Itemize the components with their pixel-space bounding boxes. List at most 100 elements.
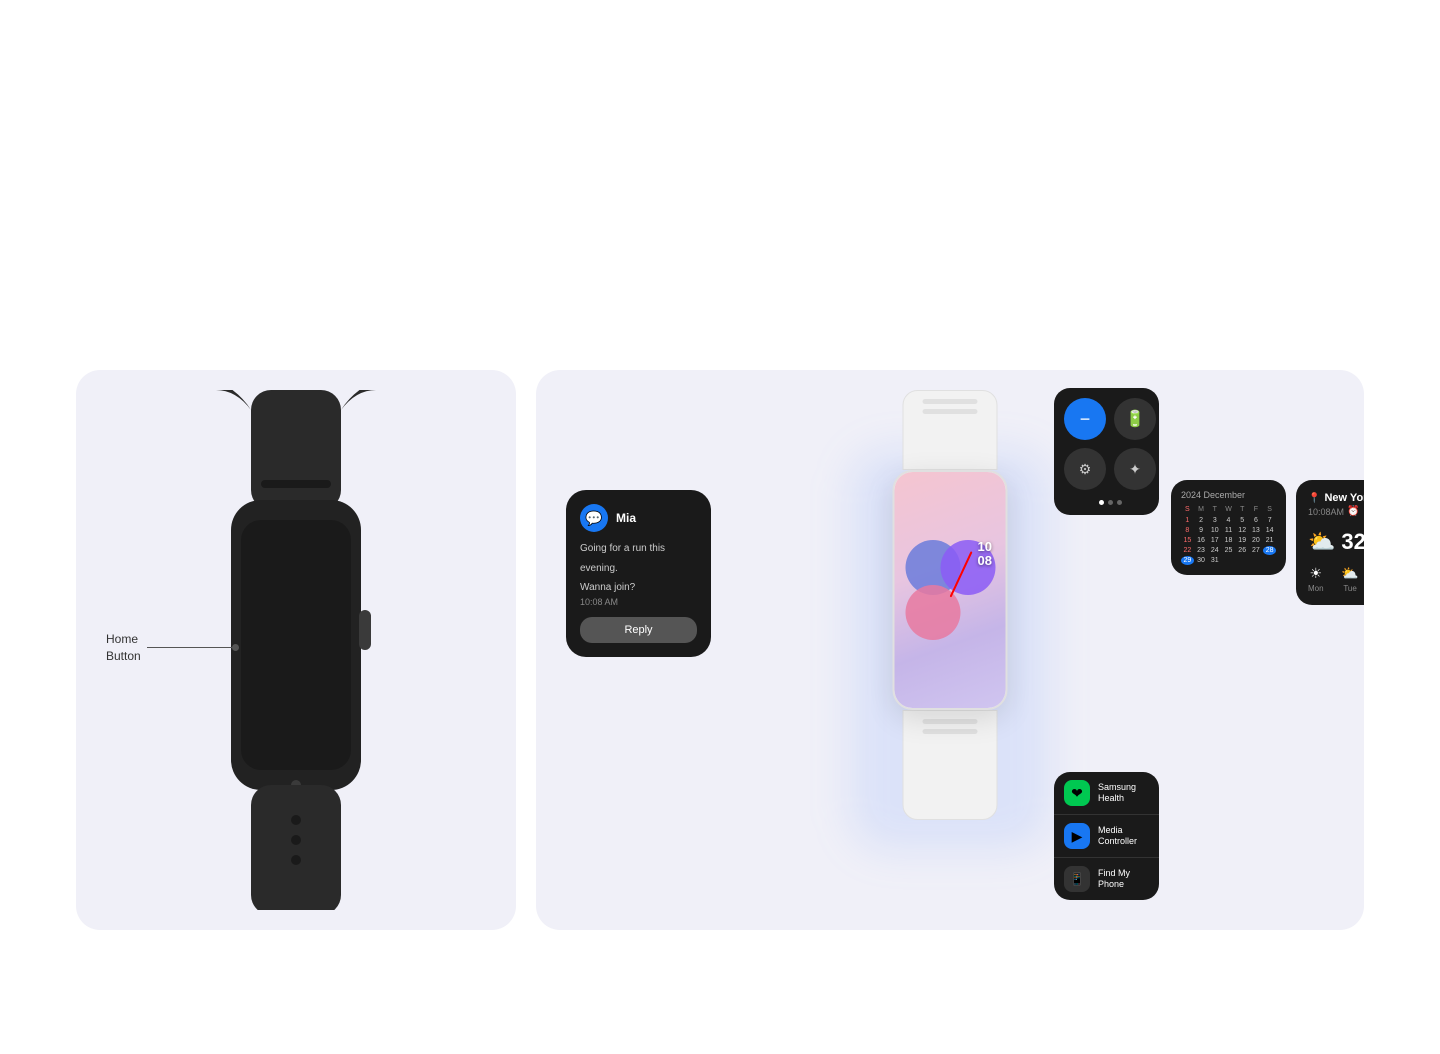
current-weather-icon: ⛅ xyxy=(1308,529,1335,555)
app-item-find-my-phone[interactable]: 📱 Find MyPhone xyxy=(1054,858,1159,900)
cal-cell-31: 31 xyxy=(1208,556,1221,565)
new-york-card: 📍 New York 10:08AM ⏰ ⛅ 32° ☀ Mon xyxy=(1296,480,1364,605)
cal-cell-e3 xyxy=(1250,556,1263,565)
cal-cell-22: 22 xyxy=(1181,546,1194,555)
connector xyxy=(141,644,239,651)
temperature: 32° xyxy=(1341,529,1364,555)
cal-cell-14: 14 xyxy=(1263,526,1276,535)
location-icon: 📍 xyxy=(1308,493,1320,504)
weather-forecast: ☀ Mon ⛅ Tue ⛅ Wed xyxy=(1308,565,1364,593)
cal-cell-12: 12 xyxy=(1236,526,1249,535)
cal-cell-10: 10 xyxy=(1208,526,1221,535)
pagination-dots xyxy=(1064,500,1156,505)
message-body-line2: evening. xyxy=(580,562,697,576)
day-label-sat: S xyxy=(1263,506,1276,513)
time-overlay: 1008 xyxy=(978,540,992,569)
cal-cell-18: 18 xyxy=(1222,536,1235,545)
weather-day-tue: ⛅ Tue xyxy=(1341,565,1358,593)
cal-cell-6: 6 xyxy=(1250,516,1263,525)
city-header: 📍 New York xyxy=(1308,492,1364,504)
calendar-header: S M T W T F S xyxy=(1181,506,1276,513)
cal-cell-5: 5 xyxy=(1236,516,1249,525)
settings-card: − 🔋 ⚙ ✦ xyxy=(1054,388,1159,515)
cal-cell-28: 28 xyxy=(1263,546,1276,555)
media-controller-icon: ▶ xyxy=(1064,823,1090,849)
cal-cell-29: 29 xyxy=(1181,556,1194,565)
cal-cell-9: 9 xyxy=(1195,526,1208,535)
sender-avatar: 💬 xyxy=(580,504,608,532)
center-watch: 1008 xyxy=(893,390,1008,820)
cal-cell-e1 xyxy=(1222,556,1235,565)
calendar-card: 2024 December S M T W T F S 1 2 3 4 5 xyxy=(1171,480,1286,575)
cal-cell-e2 xyxy=(1236,556,1249,565)
message-time: 10:08 AM xyxy=(580,597,697,607)
cal-cell-4: 4 xyxy=(1222,516,1235,525)
cal-cell-19: 19 xyxy=(1236,536,1249,545)
tue-label: Tue xyxy=(1343,584,1357,593)
message-body-line1: Going for a run this xyxy=(580,542,697,556)
samsung-health-label: SamsungHealth xyxy=(1098,782,1136,804)
cal-cell-24: 24 xyxy=(1208,546,1221,555)
day-label-fri: F xyxy=(1250,506,1263,513)
cal-cell-25: 25 xyxy=(1222,546,1235,555)
battery-button[interactable]: 🔋 xyxy=(1114,398,1156,440)
calendar-grid: 1 2 3 4 5 6 7 8 9 10 11 12 13 14 15 xyxy=(1181,516,1276,565)
watch-band-top xyxy=(903,390,998,470)
weather-day-mon: ☀ Mon xyxy=(1308,565,1324,593)
cal-cell-27: 27 xyxy=(1250,546,1263,555)
cal-cell-15: 15 xyxy=(1181,536,1194,545)
home-button-text: HomeButton xyxy=(106,631,141,665)
cal-cell-e4 xyxy=(1263,556,1276,565)
day-label-wed: W xyxy=(1222,506,1235,513)
cal-cell-20: 20 xyxy=(1250,536,1263,545)
apps-card: ❤ SamsungHealth ▶ MediaController 📱 Find… xyxy=(1054,772,1159,900)
left-panel: HomeButton xyxy=(76,370,516,930)
city-time: 10:08AM ⏰ xyxy=(1308,506,1364,517)
mon-icon: ☀ xyxy=(1310,565,1323,582)
cal-cell-26: 26 xyxy=(1236,546,1249,555)
day-label-mon: M xyxy=(1195,506,1208,513)
right-panel: 💬 Mia Going for a run this evening. Wann… xyxy=(536,370,1364,930)
app-item-samsung-health[interactable]: ❤ SamsungHealth xyxy=(1054,772,1159,815)
app-item-media-controller[interactable]: ▶ MediaController xyxy=(1054,815,1159,858)
watch-screen: 1008 xyxy=(895,472,1006,708)
cal-cell-21: 21 xyxy=(1263,536,1276,545)
cal-cell-2: 2 xyxy=(1195,516,1208,525)
band-slot-3 xyxy=(923,719,978,724)
settings-button[interactable]: ⚙ xyxy=(1064,448,1106,490)
cal-cell-13: 13 xyxy=(1250,526,1263,535)
watch-band-bottom xyxy=(903,710,998,820)
media-controller-label: MediaController xyxy=(1098,825,1137,847)
cal-cell-30: 30 xyxy=(1195,556,1208,565)
band-slot-4 xyxy=(923,729,978,734)
calendar-title: 2024 December xyxy=(1181,490,1276,500)
dot-3 xyxy=(1117,500,1122,505)
cal-cell-17: 17 xyxy=(1208,536,1221,545)
day-label-tue: T xyxy=(1208,506,1221,513)
clock-display: 1008 xyxy=(900,535,1000,645)
day-label-sun: S xyxy=(1181,506,1194,513)
message-card: 💬 Mia Going for a run this evening. Wann… xyxy=(566,490,711,657)
brightness-button[interactable]: ✦ xyxy=(1114,448,1156,490)
cal-cell-23: 23 xyxy=(1195,546,1208,555)
minus-button[interactable]: − xyxy=(1064,398,1106,440)
reply-button[interactable]: Reply xyxy=(580,617,697,643)
cal-cell-1: 1 xyxy=(1181,516,1194,525)
tue-icon: ⛅ xyxy=(1341,565,1358,582)
day-label-thu: T xyxy=(1236,506,1249,513)
sender-name: Mia xyxy=(616,511,636,525)
cal-cell-8: 8 xyxy=(1181,526,1194,535)
band-slot-1 xyxy=(923,399,978,404)
message-question: Wanna join? xyxy=(580,582,697,593)
samsung-health-icon: ❤ xyxy=(1064,780,1090,806)
city-name: New York xyxy=(1324,492,1364,504)
cal-cell-11: 11 xyxy=(1222,526,1235,535)
cal-cell-16: 16 xyxy=(1195,536,1208,545)
find-my-phone-icon: 📱 xyxy=(1064,866,1090,892)
cal-cell-3: 3 xyxy=(1208,516,1221,525)
cal-cell-7: 7 xyxy=(1263,516,1276,525)
band-slot-2 xyxy=(923,409,978,414)
main-container: HomeButton 💬 Mia Going for a run this ev… xyxy=(0,0,1440,1054)
home-button-label-container: HomeButton xyxy=(106,631,239,665)
find-my-phone-label: Find MyPhone xyxy=(1098,868,1130,890)
